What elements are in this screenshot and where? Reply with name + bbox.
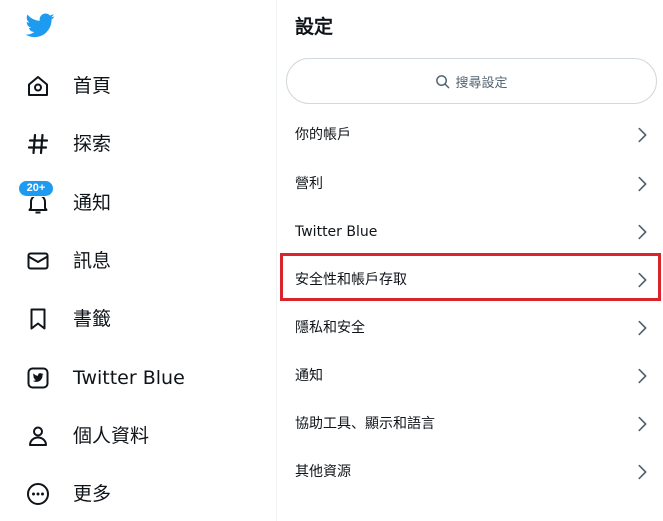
settings-search-input[interactable]: 搜尋設定	[286, 58, 657, 104]
nav-item-profile[interactable]: 個人資料	[14, 413, 264, 459]
chevron-right-icon	[631, 317, 653, 339]
settings-item-accessibility-display-languages[interactable]: 協助工具、顯示和語言	[277, 400, 663, 448]
nav-item-label: 探索	[73, 133, 112, 155]
hashtag-icon	[26, 132, 50, 156]
settings-item-label: Twitter Blue	[295, 224, 378, 240]
settings-item-notifications[interactable]: 通知	[277, 352, 663, 400]
chevron-right-icon	[631, 413, 653, 435]
nav-item-twitter-blue[interactable]: Twitter Blue	[14, 355, 264, 401]
more-circle-icon	[26, 482, 50, 506]
search-placeholder: 搜尋設定	[455, 75, 508, 91]
nav-item-messages[interactable]: 訊息	[14, 238, 264, 284]
home-icon	[26, 74, 50, 98]
nav-item-bookmarks[interactable]: 書籤	[14, 296, 264, 342]
nav-item-more[interactable]: 更多	[14, 471, 264, 517]
chevron-right-icon	[631, 124, 653, 146]
nav-item-label: Twitter Blue	[73, 367, 185, 389]
nav-item-explore[interactable]: 探索	[14, 121, 264, 167]
settings-item-label: 隱私和安全	[295, 320, 365, 336]
settings-item-label: 協助工具、顯示和語言	[295, 416, 435, 432]
settings-item-label: 你的帳戶	[295, 127, 351, 143]
nav-item-notifications[interactable]: 20+ 通知	[14, 180, 264, 226]
settings-item-privacy-safety[interactable]: 隱私和安全	[277, 304, 663, 352]
notification-count-badge: 20+	[18, 180, 54, 197]
settings-item-security-account-access[interactable]: 安全性和帳戶存取	[277, 256, 663, 304]
settings-item-twitter-blue[interactable]: Twitter Blue	[277, 208, 663, 256]
page-title: 設定	[295, 16, 334, 38]
chevron-right-icon	[631, 461, 653, 483]
sidebar-nav: 首頁 探索 20+ 通知 訊息 書籤 Twitter Blue 個人資料 更多	[0, 0, 276, 521]
settings-item-your-account[interactable]: 你的帳戶	[277, 111, 663, 159]
settings-item-additional-resources[interactable]: 其他資源	[277, 448, 663, 496]
twitter-logo-icon[interactable]	[26, 13, 55, 38]
nav-item-home[interactable]: 首頁	[14, 63, 264, 109]
envelope-icon	[26, 249, 50, 273]
person-icon	[26, 424, 50, 448]
nav-item-label: 個人資料	[73, 425, 150, 447]
settings-item-label: 營利	[295, 176, 323, 192]
nav-item-label: 首頁	[73, 75, 112, 97]
nav-item-label: 更多	[73, 483, 112, 505]
settings-item-monetization[interactable]: 營利	[277, 160, 663, 208]
settings-item-label: 通知	[295, 368, 323, 384]
twitter-blue-icon	[26, 366, 50, 390]
chevron-right-icon	[631, 173, 653, 195]
chevron-right-icon	[631, 221, 653, 243]
nav-item-label: 通知	[73, 192, 112, 214]
settings-panel: 設定 搜尋設定 你的帳戶 營利 Twitter Blue 安全性和帳戶存取 隱私…	[277, 0, 663, 521]
bookmark-icon	[26, 307, 50, 331]
nav-item-label: 訊息	[73, 250, 112, 272]
search-icon	[435, 74, 450, 89]
chevron-right-icon	[631, 365, 653, 387]
chevron-right-icon	[631, 269, 653, 291]
settings-item-label: 其他資源	[295, 464, 351, 480]
nav-item-label: 書籤	[73, 308, 112, 330]
settings-item-label: 安全性和帳戶存取	[295, 272, 407, 288]
